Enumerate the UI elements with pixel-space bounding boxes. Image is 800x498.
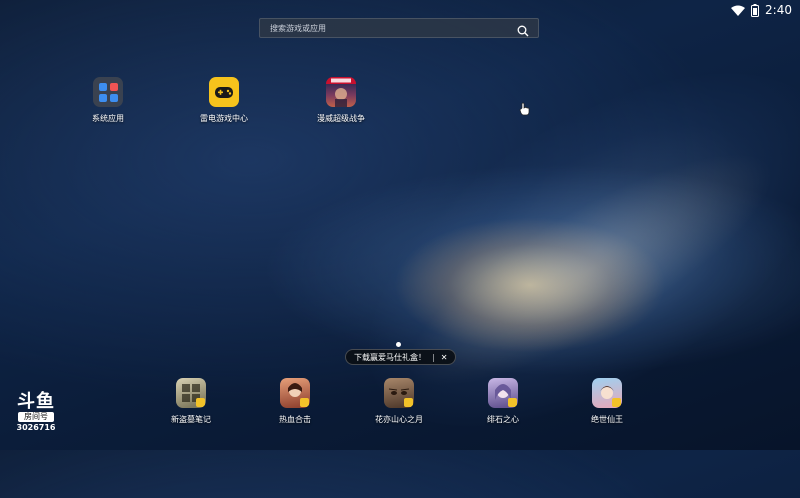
- room-id: 3026716: [16, 423, 56, 432]
- page-indicator-dot: [396, 342, 401, 347]
- app-label: 绝世仙王: [591, 415, 623, 424]
- app-folder-icon: [93, 77, 123, 107]
- app-label: 漫威超级战争: [317, 114, 365, 123]
- mouse-cursor-icon: [519, 101, 531, 120]
- marvel-game-icon: [326, 77, 356, 107]
- app-label: 新盗墓笔记: [171, 415, 211, 424]
- battery-icon: [751, 3, 760, 17]
- desktop-app-game-center[interactable]: 雷电游戏中心: [184, 77, 264, 124]
- status-bar: 2:40: [731, 0, 800, 20]
- dock-app-hot-blood[interactable]: 热血合击: [255, 378, 335, 425]
- flower-moon-game-icon: [384, 378, 414, 408]
- search-icon[interactable]: [517, 22, 529, 37]
- tomb-notes-game-icon: [176, 378, 206, 408]
- download-badge: [196, 398, 205, 407]
- desktop-app-marvel[interactable]: 漫威超级战争: [301, 77, 381, 124]
- dock-app-immortal-king[interactable]: 绝世仙王: [567, 378, 647, 425]
- room-label: 房间号: [18, 412, 54, 422]
- search-placeholder: 搜索游戏或应用: [270, 23, 326, 33]
- dock-app-scarlet-stone[interactable]: 绯石之心: [463, 378, 543, 425]
- dock-app-flower-moon[interactable]: 花亦山心之月: [359, 378, 439, 425]
- douyu-watermark: 斗鱼 房间号 3026716: [12, 391, 60, 433]
- clock: 2:40: [765, 3, 792, 17]
- search-input[interactable]: 搜索游戏或应用: [259, 18, 539, 38]
- gamepad-icon: [209, 77, 239, 107]
- download-badge: [508, 398, 517, 407]
- promo-text: 下载赢爱马仕礼盒！: [354, 352, 426, 362]
- app-label: 雷电游戏中心: [200, 114, 248, 123]
- app-label: 花亦山心之月: [375, 415, 423, 424]
- dock-app-tomb-notes[interactable]: 新盗墓笔记: [151, 378, 231, 425]
- app-label: 系统应用: [92, 114, 124, 123]
- scarlet-stone-game-icon: [488, 378, 518, 408]
- download-badge: [300, 398, 309, 407]
- close-icon[interactable]: ✕: [441, 353, 448, 362]
- app-label: 绯石之心: [487, 415, 519, 424]
- wifi-icon: [731, 5, 746, 16]
- download-badge: [404, 398, 413, 407]
- promo-separator: |: [432, 352, 435, 362]
- app-label: 热血合击: [279, 415, 311, 424]
- immortal-king-game-icon: [592, 378, 622, 408]
- hot-blood-game-icon: [280, 378, 310, 408]
- douyu-logo: 斗鱼: [17, 391, 55, 412]
- promo-banner[interactable]: 下载赢爱马仕礼盒！ | ✕: [345, 349, 457, 365]
- download-badge: [612, 398, 621, 407]
- desktop-app-system[interactable]: 系统应用: [68, 77, 148, 124]
